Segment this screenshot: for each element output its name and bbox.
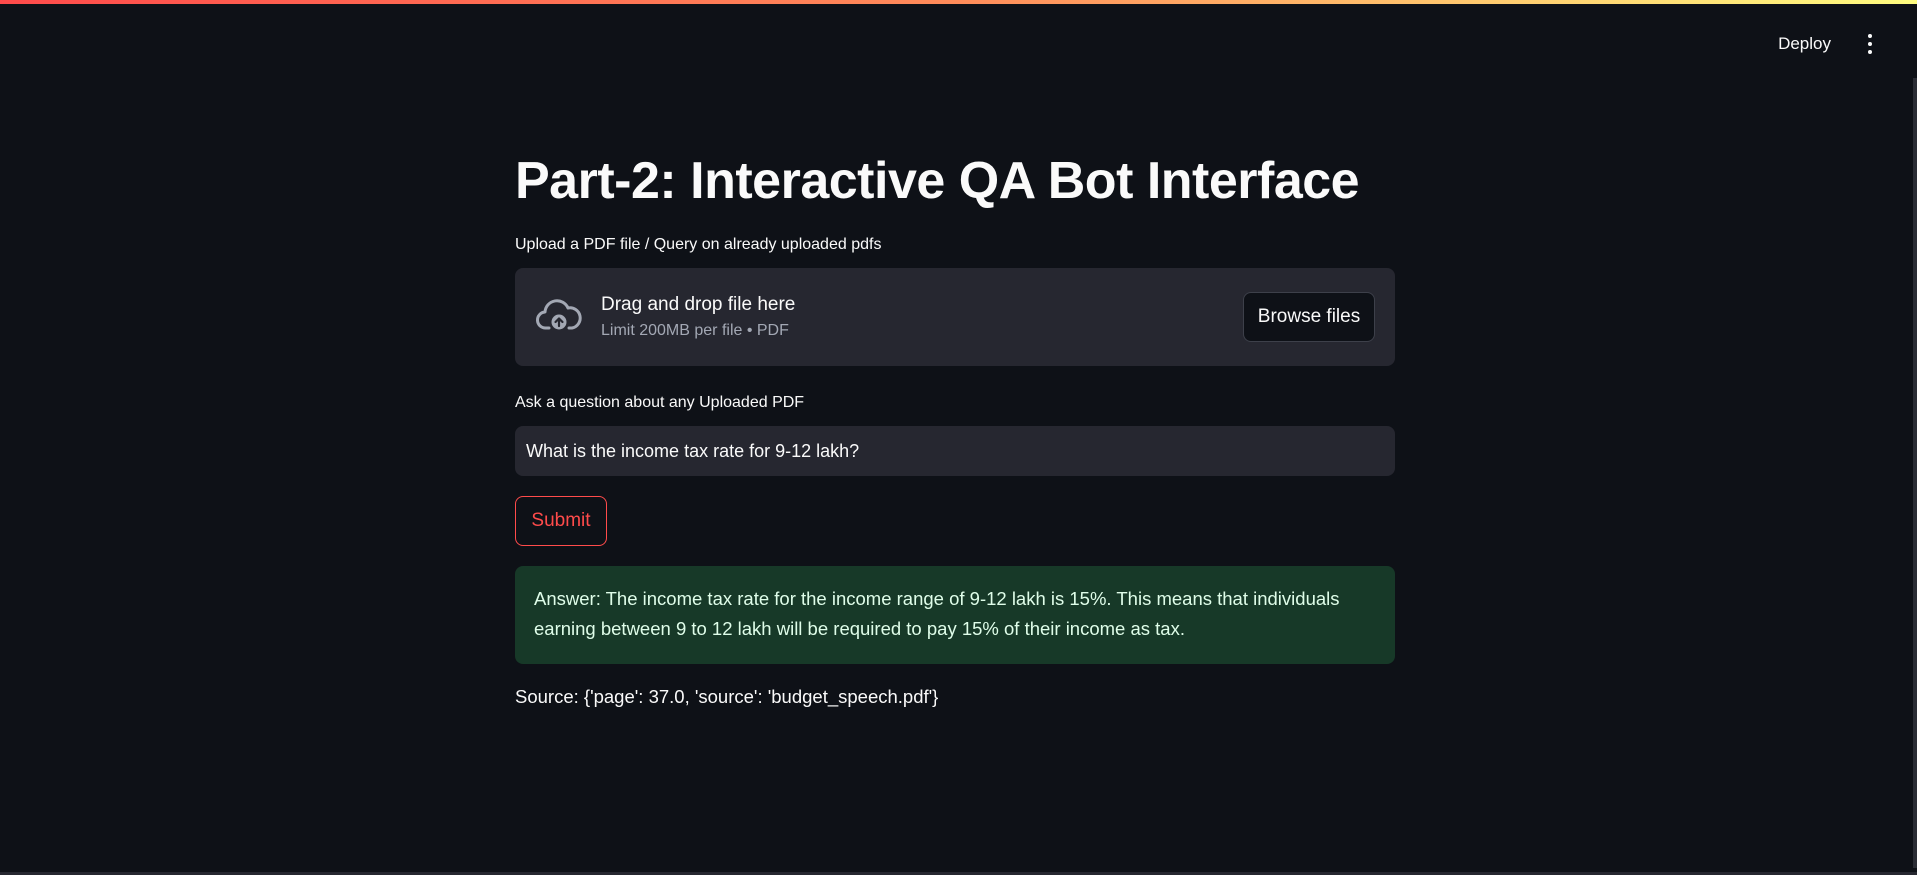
answer-alert: Answer: The income tax rate for the inco…: [515, 566, 1395, 664]
uploader-label: Upload a PDF file / Query on already upl…: [515, 236, 882, 253]
drop-instruction: Drag and drop file here: [601, 294, 796, 315]
browse-files-button[interactable]: Browse files: [1243, 292, 1375, 342]
top-decoration-bar: [0, 0, 1917, 4]
question-input[interactable]: [515, 426, 1395, 476]
header-toolbar: Deploy: [1768, 28, 1881, 60]
kebab-vertical-icon[interactable]: [1859, 28, 1881, 60]
main-content: Part-2: Interactive QA Bot Interface Upl…: [515, 150, 1395, 708]
source-text: Source: {'page': 37.0, 'source': 'budget…: [515, 686, 939, 707]
question-label: Ask a question about any Uploaded PDF: [515, 394, 805, 411]
uploader-text-group: Drag and drop file here Limit 200MB per …: [601, 294, 1243, 340]
submit-button[interactable]: Submit: [515, 496, 607, 546]
cloud-upload-icon: [536, 299, 582, 330]
app-root: Deploy Part-2: Interactive QA Bot Interf…: [0, 0, 1917, 875]
page-title: Part-2: Interactive QA Bot Interface: [515, 152, 1360, 210]
scrollbar[interactable]: [1913, 78, 1917, 868]
upload-limit-text: Limit 200MB per file • PDF: [601, 322, 789, 339]
deploy-button[interactable]: Deploy: [1768, 28, 1841, 60]
file-uploader-dropzone[interactable]: Drag and drop file here Limit 200MB per …: [515, 268, 1395, 366]
